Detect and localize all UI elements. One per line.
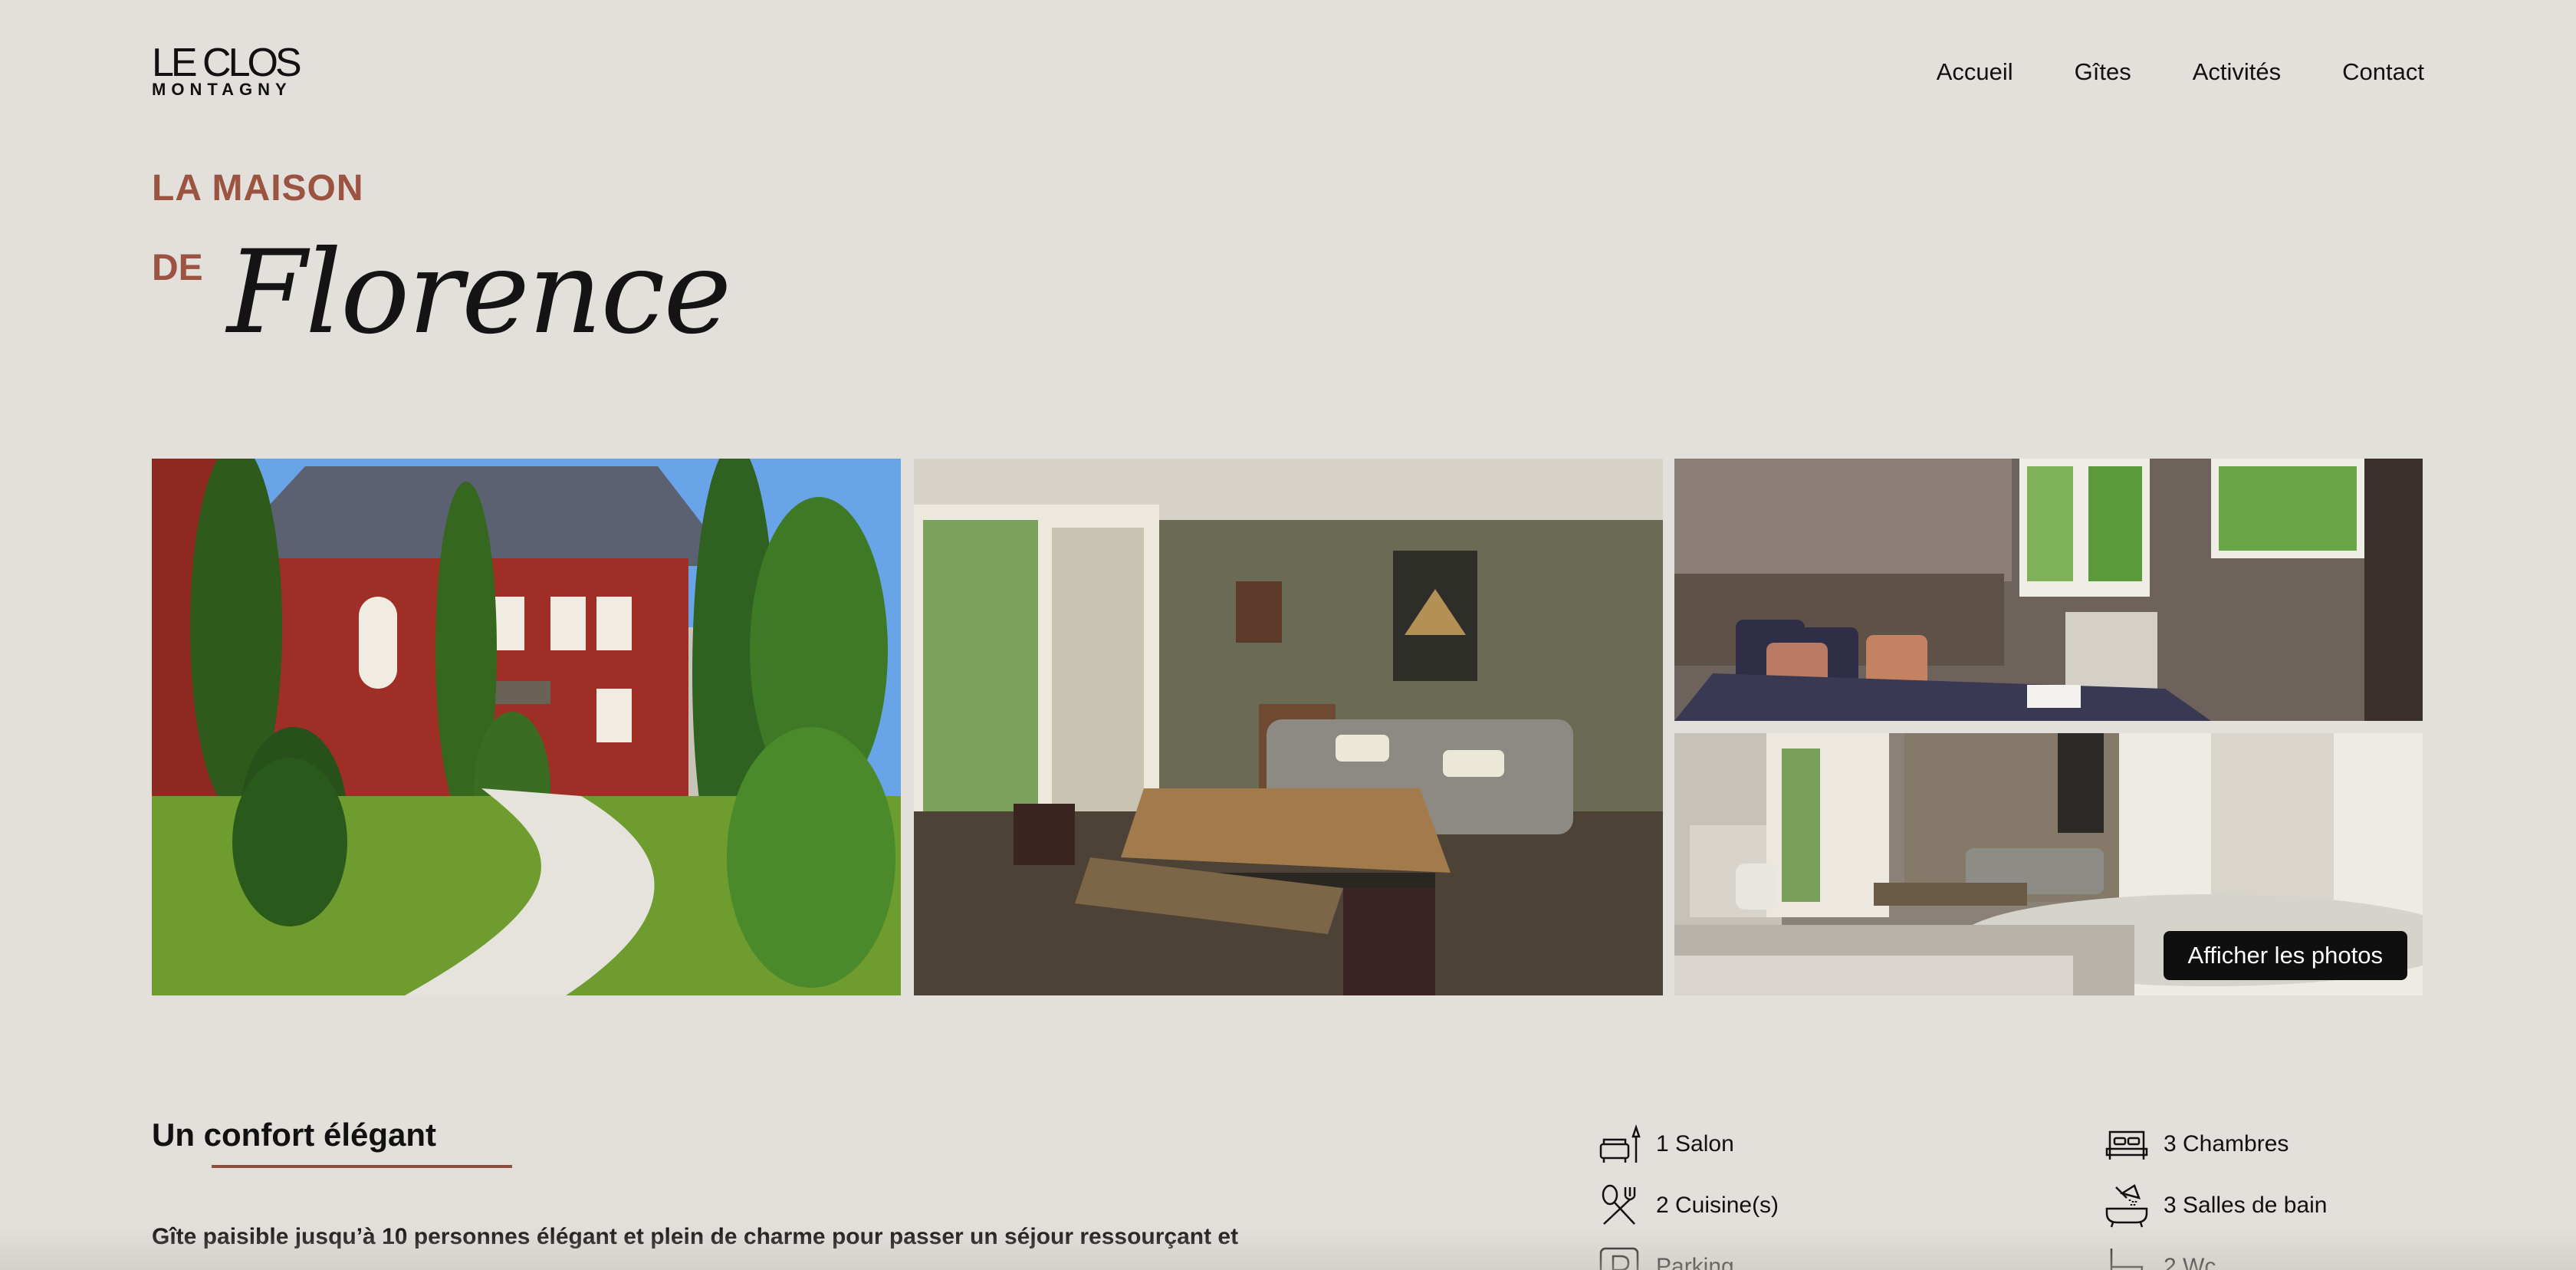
amenity-cuisine: 2 Cuisine(s) <box>1596 1183 1779 1229</box>
heading-underline <box>212 1165 512 1168</box>
amenity-wc: 2 Wc <box>2104 1244 2216 1270</box>
kitchen-icon <box>1602 1184 1636 1225</box>
nav-link-activites[interactable]: Activités <box>2193 58 2281 86</box>
amenity-label: Parking <box>1656 1254 1734 1270</box>
toilet-icon <box>2110 1249 2144 1270</box>
photo-gallery: Afficher les photos <box>152 459 2423 995</box>
amenity-salles-de-bain: 3 Salles de bain <box>2104 1183 2328 1229</box>
amenity-salon: 1 Salon <box>1596 1121 1734 1167</box>
logo-wordmark-top: LE CLOS <box>152 41 302 85</box>
nav-link-accueil[interactable]: Accueil <box>1937 58 2013 86</box>
page-eyebrow: LA MAISON <box>152 168 364 209</box>
amenity-label: 1 Salon <box>1656 1131 1734 1156</box>
main-nav: Accueil Gîtes Activités Contact <box>1937 58 2424 86</box>
bedroom-photo[interactable] <box>1674 459 2423 721</box>
show-photos-button[interactable]: Afficher les photos <box>2163 931 2407 980</box>
bed-icon <box>2105 1130 2148 1160</box>
living-room-icon <box>1599 1124 1641 1163</box>
amenity-label: 3 Chambres <box>2164 1131 2289 1156</box>
parking-icon <box>1599 1247 1639 1270</box>
amenity-label: 2 Cuisine(s) <box>1656 1193 1779 1218</box>
amenity-label: 2 Wc <box>2164 1254 2216 1270</box>
page-title-prefix: DE <box>152 248 203 288</box>
site-logo[interactable]: LE CLOS MONTAGNY <box>152 43 313 103</box>
amenity-parking: Parking <box>1596 1244 1734 1270</box>
section-description: Gîte paisible jusqu’à 10 personnes éléga… <box>152 1224 1239 1249</box>
living-room-photo[interactable] <box>914 459 1663 995</box>
nav-link-gites[interactable]: Gîtes <box>2075 58 2131 86</box>
logo-wordmark-bottom: MONTAGNY <box>152 80 292 99</box>
amenities-list: 1 Salon 2 Cuisine(s) Parking 3 Chambres <box>1596 1121 2423 1270</box>
page-title: Florence <box>227 226 731 360</box>
kitchen-dining-photo[interactable]: Afficher les photos <box>1674 733 2423 995</box>
nav-link-contact[interactable]: Contact <box>2342 58 2424 86</box>
amenity-chambres: 3 Chambres <box>2104 1121 2288 1167</box>
shower-icon <box>2105 1184 2148 1228</box>
exterior-garden-photo[interactable] <box>152 459 901 995</box>
section-heading: Un confort élégant <box>152 1117 437 1153</box>
amenity-label: 3 Salles de bain <box>2164 1193 2328 1218</box>
